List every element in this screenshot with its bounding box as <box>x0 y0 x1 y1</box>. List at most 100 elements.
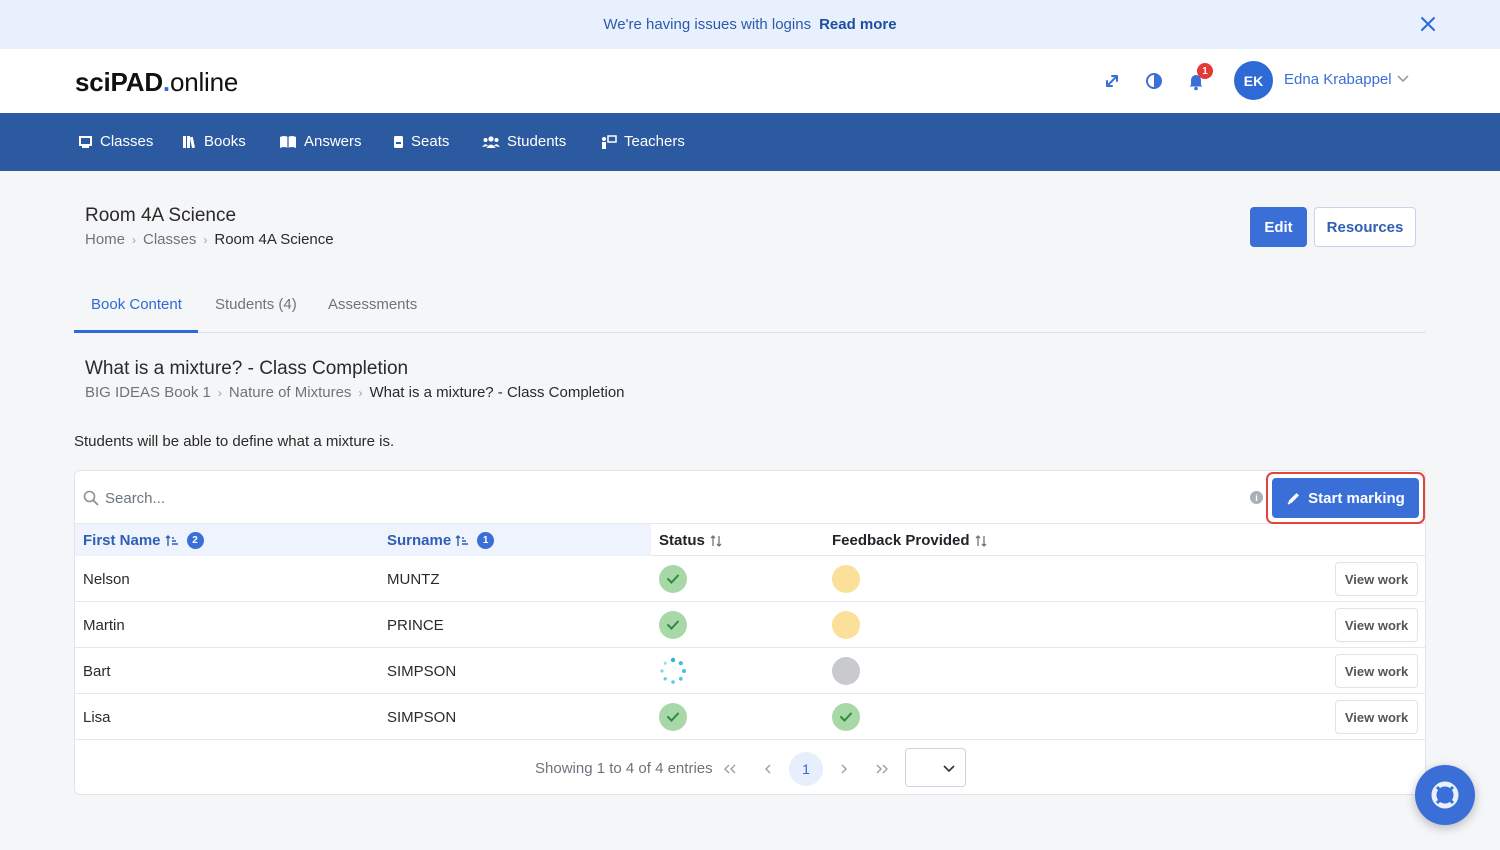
breadcrumb-current: What is a mixture? - Class Completion <box>369 384 625 401</box>
active-tab-indicator <box>74 330 198 333</box>
start-marking-label: Start marking <box>1308 489 1405 507</box>
pencil-icon <box>1287 492 1300 505</box>
content-description: Students will be able to define what a m… <box>74 433 395 450</box>
surname-cell: MUNTZ <box>387 571 440 588</box>
table-row: Lisa SIMPSON View work <box>75 694 1425 740</box>
sort-ascending-icon <box>455 534 469 546</box>
nav-item-label: Classes <box>100 133 154 150</box>
tab-students[interactable]: Students (4) <box>215 296 297 313</box>
main-navbar: Classes Books Answers Seats Students Tea… <box>0 113 1500 171</box>
breadcrumb-classes[interactable]: Classes <box>143 231 196 248</box>
first-page-button[interactable] <box>713 752 747 786</box>
surname-cell: SIMPSON <box>387 663 457 680</box>
last-page-button[interactable] <box>865 752 899 786</box>
column-feedback[interactable]: Feedback Provided <box>832 532 988 549</box>
chevron-left-icon <box>765 764 771 774</box>
breadcrumb-home[interactable]: Home <box>85 231 125 248</box>
nav-item-teachers[interactable]: Teachers <box>600 133 685 150</box>
nav-item-seats[interactable]: Seats <box>393 133 449 150</box>
content-title: What is a mixture? - Class Completion <box>85 358 409 379</box>
start-marking-button[interactable]: Start marking <box>1272 478 1419 518</box>
chevron-right-icon <box>841 764 847 774</box>
page-title: Room 4A Science <box>85 205 237 226</box>
column-surname[interactable]: Surname 1 <box>387 532 495 549</box>
tab-bar: Book Content Students (4) Assessments <box>74 285 1426 333</box>
first-name-cell: Lisa <box>83 709 111 726</box>
nav-item-students[interactable]: Students <box>482 133 566 150</box>
column-status[interactable]: Status <box>659 532 723 549</box>
double-chevron-right-icon <box>876 764 888 774</box>
help-button[interactable] <box>1415 765 1475 825</box>
sort-order-badge: 1 <box>477 532 495 549</box>
nav-item-books[interactable]: Books <box>182 133 246 150</box>
page-button-current[interactable]: 1 <box>789 752 823 786</box>
table-row: Bart SIMPSON View work <box>75 648 1425 694</box>
avatar[interactable]: EK <box>1234 61 1273 100</box>
tab-book-content[interactable]: Book Content <box>91 296 182 313</box>
contrast-icon[interactable] <box>1144 71 1164 91</box>
breadcrumb-current: Room 4A Science <box>214 231 334 248</box>
banner-read-more-link[interactable]: Read more <box>819 16 897 33</box>
view-work-button[interactable]: View work <box>1335 608 1418 642</box>
table-toolbar: i Start marking <box>75 471 1425 524</box>
chevron-down-icon[interactable] <box>1396 74 1410 84</box>
close-icon[interactable] <box>1418 14 1438 34</box>
banner-message: We're having issues with logins <box>603 16 812 33</box>
students-icon <box>482 135 500 148</box>
breadcrumb-separator: › <box>203 232 208 247</box>
search-icon <box>83 490 99 506</box>
double-chevron-left-icon <box>724 764 736 774</box>
next-page-button[interactable] <box>827 752 861 786</box>
lifebuoy-icon <box>1431 781 1459 809</box>
breadcrumb-separator: › <box>358 385 363 400</box>
feedback-pending-icon <box>832 611 860 639</box>
classroom-icon <box>79 135 92 148</box>
logo-suffix: online <box>169 67 239 97</box>
user-menu[interactable]: Edna Krabappel <box>1284 71 1392 88</box>
column-first-name[interactable]: First Name 2 <box>83 532 204 549</box>
feedback-complete-icon <box>832 703 860 731</box>
breadcrumb-book[interactable]: BIG IDEAS Book 1 <box>85 384 211 401</box>
status-complete-icon <box>659 611 687 639</box>
breadcrumb-chapter[interactable]: Nature of Mixtures <box>229 384 352 401</box>
breadcrumb: Home › Classes › Room 4A Science <box>85 231 334 248</box>
view-work-button[interactable]: View work <box>1335 654 1418 688</box>
nav-item-answers[interactable]: Answers <box>279 133 362 150</box>
search-input[interactable] <box>105 485 705 511</box>
seat-icon <box>394 135 403 148</box>
page-size-select[interactable] <box>905 748 966 787</box>
top-header: sciPAD.online <box>0 49 1500 113</box>
content-breadcrumb: BIG IDEAS Book 1 › Nature of Mixtures › … <box>85 384 625 401</box>
info-icon[interactable]: i <box>1250 491 1263 504</box>
entries-info: Showing 1 to 4 of 4 entries <box>535 760 713 777</box>
surname-cell: SIMPSON <box>387 709 457 726</box>
start-marking-highlight: Start marking <box>1266 472 1425 524</box>
books-icon <box>183 135 195 148</box>
resources-button[interactable]: Resources <box>1314 207 1416 247</box>
sort-ascending-icon <box>165 534 178 546</box>
announcement-banner: We're having issues with logins Read mor… <box>0 0 1500 49</box>
previous-page-button[interactable] <box>751 752 785 786</box>
column-label: Surname <box>387 532 452 549</box>
completion-table-card: i Start marking First Name 2 Surname 1 S… <box>74 470 1426 795</box>
tab-assessments[interactable]: Assessments <box>328 296 417 313</box>
sort-icon <box>975 534 987 547</box>
fullscreen-icon[interactable] <box>1102 71 1122 91</box>
sort-order-badge: 2 <box>186 532 204 549</box>
view-work-button[interactable]: View work <box>1335 700 1418 734</box>
nav-item-classes[interactable]: Classes <box>78 133 153 150</box>
open-book-icon <box>280 135 296 148</box>
app-logo[interactable]: sciPAD.online <box>75 67 238 98</box>
view-work-button[interactable]: View work <box>1335 562 1418 596</box>
logo-dot: . <box>162 67 170 97</box>
status-complete-icon <box>659 565 687 593</box>
feedback-pending-icon <box>832 565 860 593</box>
surname-cell: PRINCE <box>387 617 444 634</box>
first-name-cell: Bart <box>83 663 111 680</box>
column-label: Feedback Provided <box>832 532 970 549</box>
teacher-icon <box>602 134 617 149</box>
sort-icon <box>710 534 722 547</box>
breadcrumb-separator: › <box>217 385 222 400</box>
edit-button[interactable]: Edit <box>1250 207 1307 247</box>
nav-item-label: Answers <box>304 133 362 150</box>
